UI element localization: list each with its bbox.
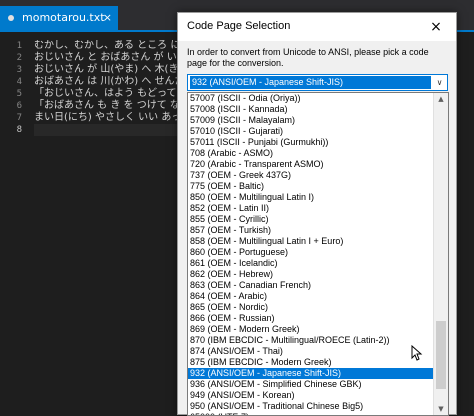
editor-line[interactable]: [34, 124, 184, 136]
dropdown-option[interactable]: 936 (ANSI/OEM - Simplified Chinese GBK): [188, 379, 448, 390]
dialog-titlebar: Code Page Selection ×: [178, 13, 456, 41]
dropdown-option[interactable]: 65000 (UTF-7): [188, 412, 448, 415]
scroll-down-arrow-icon[interactable]: ▼: [434, 403, 448, 415]
editor-line[interactable]: おばあさん は 川(かわ) へ せんた: [34, 76, 184, 88]
dropdown-option[interactable]: 720 (Arabic - Transparent ASMO): [188, 159, 448, 170]
dropdown-option[interactable]: 949 (ANSI/OEM - Korean): [188, 390, 448, 401]
dropdown-option[interactable]: 57007 (ISCII - Odia (Oriya)): [188, 93, 448, 104]
line-number: 4: [16, 77, 22, 87]
line-number: 3: [16, 65, 22, 75]
dropdown-option[interactable]: 857 (OEM - Turkish): [188, 225, 448, 236]
dropdown-option[interactable]: 950 (ANSI/OEM - Traditional Chinese Big5…: [188, 401, 448, 412]
dropdown-option[interactable]: 860 (OEM - Portuguese): [188, 247, 448, 258]
dropdown-option[interactable]: 863 (OEM - Canadian French): [188, 280, 448, 291]
dropdown-option[interactable]: 708 (Arabic - ASMO): [188, 148, 448, 159]
dropdown-option[interactable]: 874 (ANSI/OEM - Thai): [188, 346, 448, 357]
editor-line[interactable]: おじいさん と おばあさん が いました。: [34, 52, 184, 64]
line-number: 7: [16, 113, 22, 123]
dropdown-option[interactable]: 865 (OEM - Nordic): [188, 302, 448, 313]
dropdown-option[interactable]: 932 (ANSI/OEM - Japanese Shift-JIS): [188, 368, 448, 379]
line-number: 5: [16, 89, 22, 99]
editor-line[interactable]: 「おばあさん も き を つけて な。」: [34, 100, 184, 112]
dialog-title: Code Page Selection: [187, 20, 291, 32]
editor-text-area[interactable]: むかし、むかし、ある ところ におじいさん と おばあさん が いました。おじい…: [34, 40, 184, 136]
editor-line[interactable]: むかし、むかし、ある ところ に: [34, 40, 184, 52]
dropdown-option[interactable]: 57011 (ISCII - Punjabi (Gurmukhi)): [188, 137, 448, 148]
line-number: 1: [16, 41, 22, 51]
dropdown-option[interactable]: 869 (OEM - Modern Greek): [188, 324, 448, 335]
dialog-close-button[interactable]: ×: [416, 13, 456, 41]
chevron-down-icon[interactable]: ∨: [432, 75, 447, 90]
dropdown-option[interactable]: 861 (OEM - Icelandic): [188, 258, 448, 269]
line-number: 2: [16, 53, 22, 63]
dropdown-option[interactable]: 57010 (ISCII - Gujarati): [188, 126, 448, 137]
scroll-up-arrow-icon[interactable]: ▲: [434, 93, 448, 105]
modified-dot-icon: [8, 15, 14, 21]
dropdown-options: 57007 (ISCII - Odia (Oriya)) 57008 (ISCII…: [188, 93, 448, 415]
code-page-combobox[interactable]: 932 (ANSI/OEM - Japanese Shift-JIS) ∨: [187, 74, 448, 91]
line-number-gutter: 1 2 3 4 5 6 7 8: [0, 40, 30, 136]
dropdown-option[interactable]: 858 (OEM - Multilingual Latin I + Euro): [188, 236, 448, 247]
editor-line[interactable]: まい日(にち) やさしく いい あって で: [34, 112, 184, 124]
line-number: 6: [16, 101, 22, 111]
dropdown-option[interactable]: 875 (IBM EBCDIC - Modern Greek): [188, 357, 448, 368]
code-page-dropdown-list[interactable]: 57007 (ISCII - Odia (Oriya)) 57008 (ISCII…: [187, 92, 449, 416]
dropdown-option[interactable]: 862 (OEM - Hebrew): [188, 269, 448, 280]
mouse-pointer-icon: [411, 345, 423, 361]
dropdown-option[interactable]: 57009 (ISCII - Malayalam): [188, 115, 448, 126]
combobox-selected-value: 932 (ANSI/OEM - Japanese Shift-JIS): [190, 76, 431, 89]
editor-line[interactable]: 「おじいさん、はよう もどって きなされ: [34, 88, 184, 100]
dropdown-option[interactable]: 775 (OEM - Baltic): [188, 181, 448, 192]
tab-title: momotarou.txt: [22, 11, 105, 24]
editor-line[interactable]: おじいさん が 山(やま) へ 木(き) を: [34, 64, 184, 76]
dropdown-option[interactable]: 864 (OEM - Arabic): [188, 291, 448, 302]
scrollbar-thumb[interactable]: [436, 321, 446, 389]
tab-momotarou[interactable]: momotarou.txt ×: [0, 6, 118, 30]
dialog-message: In order to convert from Unicode to ANSI…: [187, 47, 429, 68]
dropdown-option[interactable]: 855 (OEM - Cyrillic): [188, 214, 448, 225]
dropdown-option[interactable]: 852 (OEM - Latin II): [188, 203, 448, 214]
dropdown-option[interactable]: 866 (OEM - Russian): [188, 313, 448, 324]
tab-close-icon[interactable]: ×: [103, 6, 112, 30]
dropdown-option[interactable]: 850 (OEM - Multilingual Latin I): [188, 192, 448, 203]
dropdown-option[interactable]: 870 (IBM EBCDIC - Multilingual/ROECE (La…: [188, 335, 448, 346]
dropdown-option[interactable]: 737 (OEM - Greek 437G): [188, 170, 448, 181]
dropdown-scrollbar[interactable]: ▲ ▼: [433, 93, 448, 415]
dropdown-option[interactable]: 57008 (ISCII - Kannada): [188, 104, 448, 115]
line-number: 8: [16, 125, 22, 135]
